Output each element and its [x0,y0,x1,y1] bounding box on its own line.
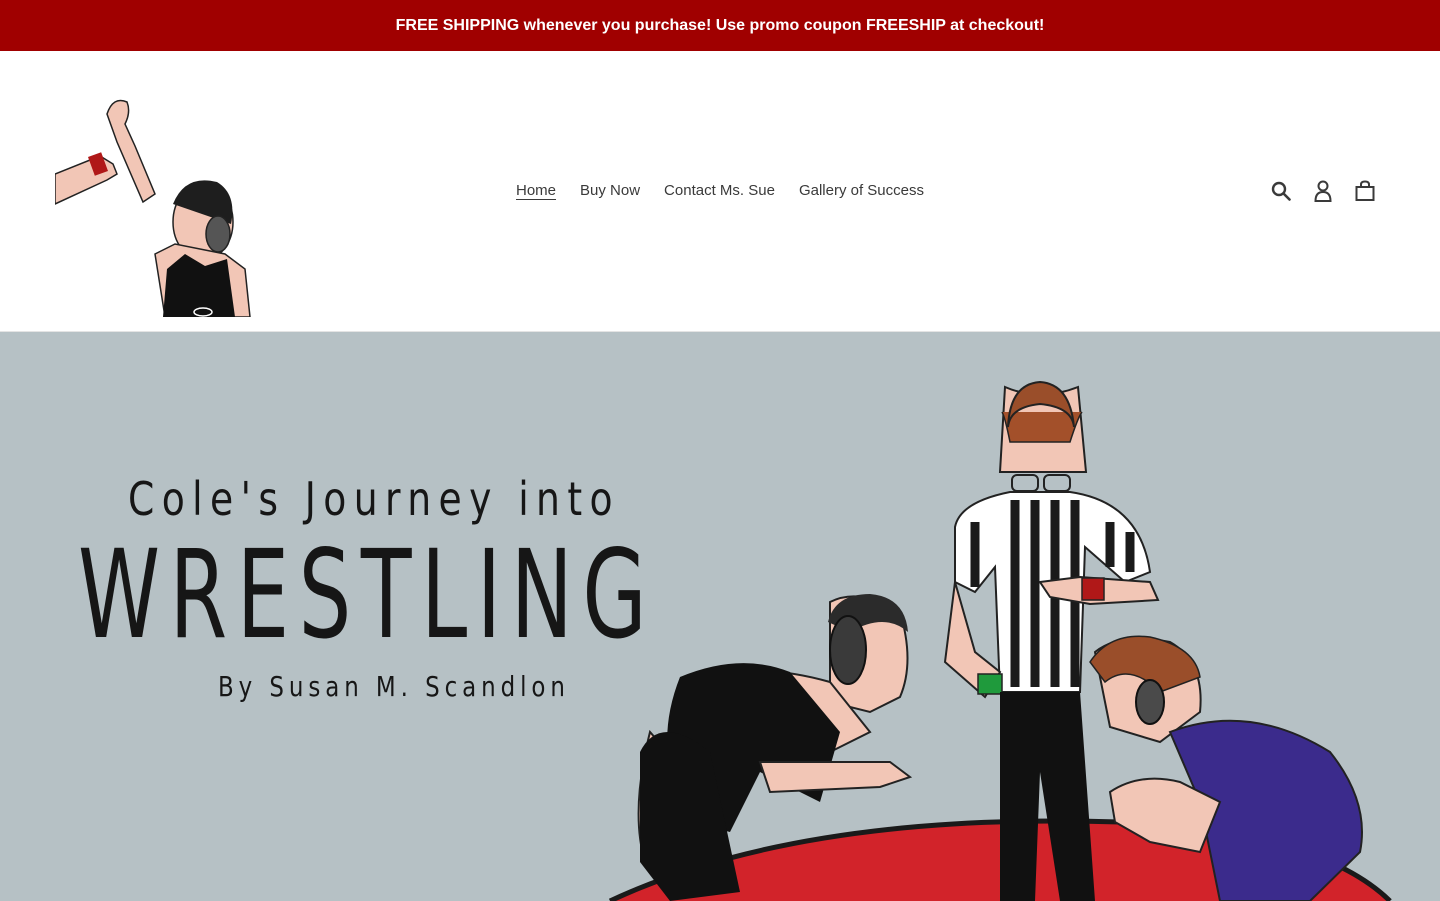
nav-buy-now[interactable]: Buy Now [580,182,640,199]
search-icon[interactable] [1268,178,1294,204]
hero-byline: By Susan M. Scandlon [218,670,570,703]
hero-title-line1: Cole's Journey into [128,472,620,526]
nav-gallery[interactable]: Gallery of Success [799,182,924,199]
announcement-bar: FREE SHIPPING whenever you purchase! Use… [0,0,1440,51]
hero-banner: Cole's Journey into WRESTLING By Susan M… [0,332,1440,901]
announcement-text: FREE SHIPPING whenever you purchase! Use… [395,16,1045,34]
nav-contact[interactable]: Contact Ms. Sue [664,182,775,199]
nav-home[interactable]: Home [516,182,556,199]
account-icon[interactable] [1310,178,1336,204]
cart-icon[interactable] [1352,178,1378,204]
logo-wrestler-image[interactable] [55,94,260,317]
site-header: Home Buy Now Contact Ms. Sue Gallery of … [0,51,1440,332]
main-nav: Home Buy Now Contact Ms. Sue Gallery of … [0,182,1440,199]
header-icons [1268,178,1378,204]
hero-title-line2: WRESTLING [78,524,657,666]
